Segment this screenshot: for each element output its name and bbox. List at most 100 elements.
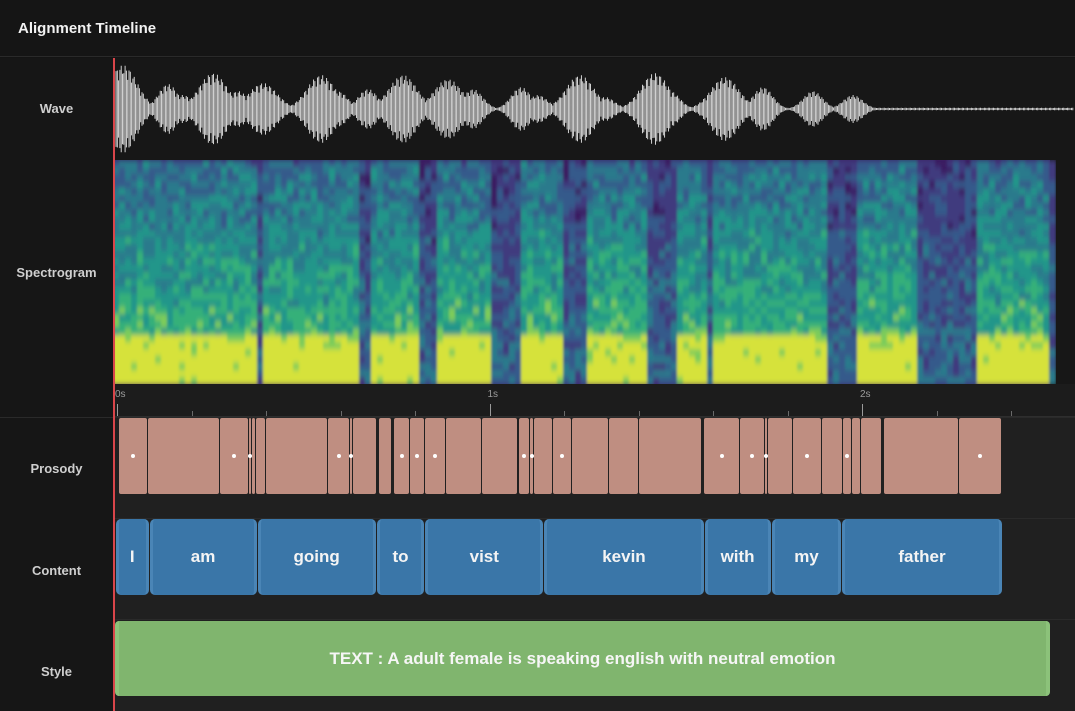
spectrogram-cell [395, 237, 402, 245]
spectrogram-cell [743, 209, 750, 217]
spectrogram-cell [269, 335, 276, 343]
spectrogram-cell [431, 377, 438, 385]
spectrogram-cell [695, 328, 702, 336]
spectrogram-cell [989, 300, 996, 308]
spectrogram-cell [359, 314, 366, 322]
spectrogram-cell [263, 370, 270, 378]
spectrogram-cell [881, 300, 888, 308]
spectrogram-cell [563, 279, 570, 287]
spectrogram-cell [257, 286, 264, 294]
spectrogram-cell [563, 328, 570, 336]
spectrogram-cell [833, 181, 840, 189]
spectrogram-cell [683, 216, 690, 224]
spectrogram-track[interactable] [113, 160, 1075, 385]
spectrogram-cell [461, 356, 468, 364]
spectrogram-cell [1001, 188, 1008, 196]
spectrogram-cell [935, 356, 942, 364]
spectrogram-cell [935, 265, 942, 273]
spectrogram-cell [521, 181, 528, 189]
spectrogram-cell [491, 314, 498, 322]
waveform-track[interactable] [113, 58, 1075, 160]
spectrogram-cell [593, 342, 600, 350]
spectrogram-cell [185, 167, 192, 175]
spectrogram-cell [665, 188, 672, 196]
spectrogram-cell [473, 251, 480, 259]
spectrogram-cell [911, 167, 918, 175]
spectrogram-cell [185, 202, 192, 210]
spectrogram-cell [611, 286, 618, 294]
spectrogram-cell [965, 349, 972, 357]
spectrogram-cell [293, 272, 300, 280]
spectrogram-cell [263, 167, 270, 175]
spectrogram-cell [323, 209, 330, 217]
spectrogram-cell [689, 230, 696, 238]
spectrogram-cell [161, 307, 168, 315]
spectrogram-cell [443, 251, 450, 259]
spectrogram-cell [899, 363, 906, 371]
spectrogram-cell [617, 377, 624, 385]
spectrogram-cell [257, 223, 264, 231]
spectrogram-cell [695, 370, 702, 378]
spectrogram-cell [305, 279, 312, 287]
spectrogram-cell [305, 328, 312, 336]
spectrogram-cell [905, 335, 912, 343]
spectrogram-cell [275, 377, 282, 385]
spectrogram-cell [1007, 237, 1014, 245]
spectrogram-cell [269, 167, 276, 175]
spectrogram-cell [839, 160, 846, 168]
spectrogram-cell [365, 349, 372, 357]
spectrogram-cell [161, 230, 168, 238]
spectrogram-cell [947, 307, 954, 315]
spectrogram-cell [641, 237, 648, 245]
spectrogram-cell [821, 279, 828, 287]
spectrogram-cell [131, 363, 138, 371]
spectrogram-cell [953, 202, 960, 210]
spectrogram-cell [935, 328, 942, 336]
spectrogram-cell [575, 328, 582, 336]
spectrogram-cell [929, 300, 936, 308]
spectrogram-cell [437, 202, 444, 210]
spectrogram-cell [713, 195, 720, 203]
spectrogram-cell [119, 328, 126, 336]
spectrogram-cell [581, 328, 588, 336]
spectrogram-cell [245, 223, 252, 231]
spectrogram-cell [881, 209, 888, 217]
spectrogram-cell [281, 174, 288, 182]
spectrogram-cell [929, 328, 936, 336]
spectrogram-cell [383, 265, 390, 273]
spectrogram-cell [953, 230, 960, 238]
spectrogram-cell [185, 321, 192, 329]
spectrogram-cell [365, 279, 372, 287]
spectrogram-cell [803, 160, 810, 168]
spectrogram-cell [719, 195, 726, 203]
spectrogram-cell [221, 258, 228, 266]
spectrogram-cell [671, 321, 678, 329]
spectrogram-cell [617, 328, 624, 336]
spectrogram-cell [203, 349, 210, 357]
spectrogram-cell [323, 167, 330, 175]
spectrogram-cell [443, 349, 450, 357]
spectrogram-cell [431, 307, 438, 315]
spectrogram-cell [623, 335, 630, 343]
spectrogram-cell [779, 244, 786, 252]
spectrogram-cell [875, 279, 882, 287]
spectrogram-cell [461, 223, 468, 231]
spectrogram-cell [941, 377, 948, 385]
spectrogram-cell [965, 209, 972, 217]
spectrogram-cell [125, 300, 132, 308]
spectrogram-cell [527, 230, 534, 238]
spectrogram-cell [497, 167, 504, 175]
spectrogram-cell [287, 300, 294, 308]
spectrogram-cell [221, 328, 228, 336]
spectrogram-cell [407, 300, 414, 308]
spectrogram-cell [587, 188, 594, 196]
spectrogram-cell [149, 314, 156, 322]
spectrogram-cell [959, 279, 966, 287]
spectrogram-cell [527, 321, 534, 329]
spectrogram-cell [893, 328, 900, 336]
spectrogram-cell [923, 342, 930, 350]
spectrogram-cell [227, 349, 234, 357]
spectrogram-cell [809, 202, 816, 210]
spectrogram-cell [677, 349, 684, 357]
spectrogram-cell [707, 230, 714, 238]
